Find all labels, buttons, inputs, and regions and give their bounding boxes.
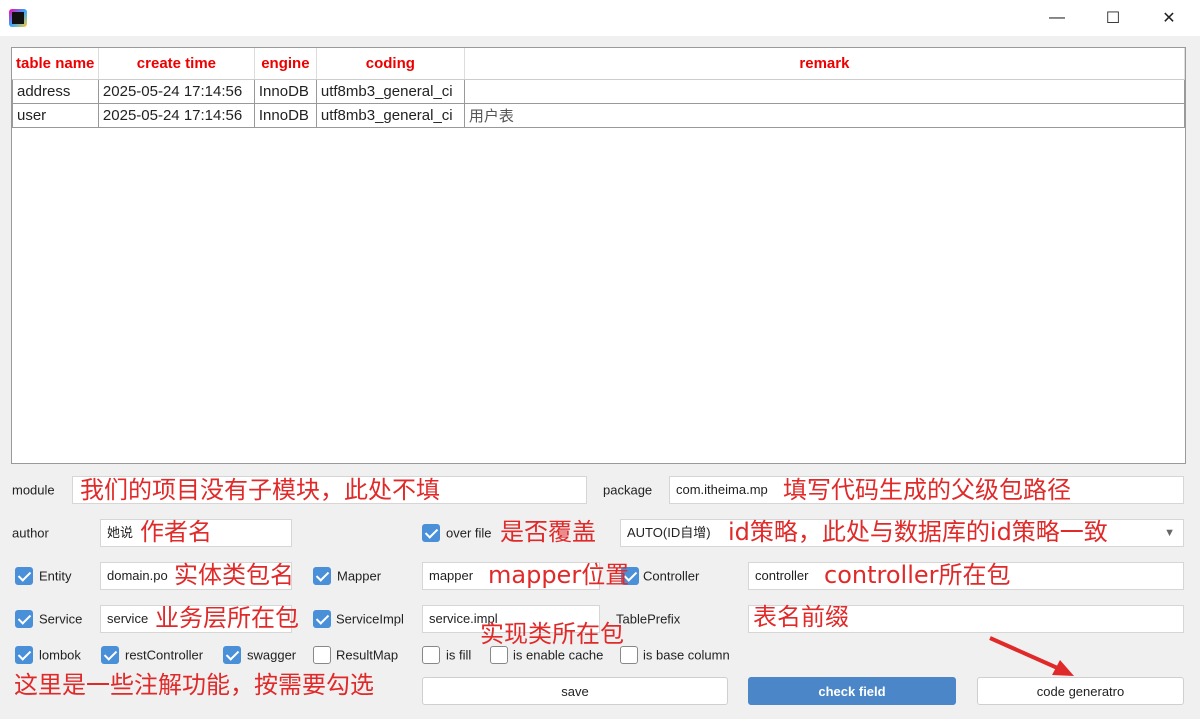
minimize-button[interactable]: — bbox=[1034, 0, 1080, 36]
cell-table-name: address bbox=[12, 78, 99, 104]
is-enable-cache-checkbox[interactable] bbox=[490, 646, 508, 664]
arrow-annotation-icon bbox=[989, 636, 1074, 676]
annotation-author: 作者名 bbox=[140, 518, 212, 546]
id-strategy-value: AUTO(ID自增) bbox=[627, 525, 711, 540]
cell-coding: utf8mb3_general_ci bbox=[315, 102, 465, 128]
save-button[interactable]: save bbox=[422, 677, 728, 705]
maximize-button[interactable]: ☐ bbox=[1090, 0, 1136, 36]
cell-remark: 用户表 bbox=[463, 102, 1186, 128]
cell-coding: utf8mb3_general_ci bbox=[315, 78, 465, 104]
over-file-checkbox[interactable] bbox=[422, 524, 440, 542]
lombok-checkbox[interactable] bbox=[15, 646, 33, 664]
serviceimpl-checkbox[interactable] bbox=[313, 610, 331, 628]
column-header-create-time[interactable]: create time bbox=[98, 48, 255, 80]
close-button[interactable]: ✕ bbox=[1146, 0, 1192, 36]
lombok-label: lombok bbox=[39, 647, 81, 663]
tableprefix-label: TablePrefix bbox=[616, 611, 681, 627]
column-header-engine[interactable]: engine bbox=[254, 48, 317, 80]
mapper-checkbox[interactable] bbox=[313, 567, 331, 585]
column-header-table-name[interactable]: table name bbox=[12, 48, 99, 80]
check-field-button[interactable]: check field bbox=[748, 677, 956, 705]
service-label: Service bbox=[39, 611, 83, 627]
over-file-label: over file bbox=[446, 525, 492, 541]
service-checkbox[interactable] bbox=[15, 610, 33, 628]
column-header-remark[interactable]: remark bbox=[464, 48, 1186, 80]
column-header-coding[interactable]: coding bbox=[316, 48, 465, 80]
chevron-down-icon: ▼ bbox=[1164, 527, 1175, 539]
is-enable-cache-label: is enable cache bbox=[513, 647, 604, 663]
annotation-controller: controller所在包 bbox=[824, 561, 1011, 589]
table-row[interactable]: user 2025-05-24 17:14:56 InnoDB utf8mb3_… bbox=[12, 102, 1186, 128]
annotation-serviceimpl: 实现类所在包 bbox=[480, 620, 624, 648]
author-label: author bbox=[12, 525, 49, 541]
is-fill-checkbox[interactable] bbox=[422, 646, 440, 664]
restcontroller-label: restController bbox=[125, 647, 204, 663]
cell-engine: InnoDB bbox=[253, 78, 317, 104]
is-fill-label: is fill bbox=[446, 647, 472, 663]
table-row[interactable]: address 2025-05-24 17:14:56 InnoDB utf8m… bbox=[12, 78, 1186, 104]
annotation-mapper: mapper位置 bbox=[488, 561, 630, 589]
annotation-service: 业务层所在包 bbox=[155, 604, 299, 632]
entity-checkbox[interactable] bbox=[15, 567, 33, 585]
cell-remark bbox=[463, 78, 1186, 104]
serviceimpl-label: ServiceImpl bbox=[336, 611, 404, 627]
module-label: module bbox=[12, 482, 55, 498]
is-base-column-label: is base column bbox=[643, 647, 730, 663]
package-label: package bbox=[603, 482, 653, 498]
cell-engine: InnoDB bbox=[253, 102, 317, 128]
tables-grid[interactable]: table name create time engine coding rem… bbox=[11, 47, 1186, 464]
mapper-label: Mapper bbox=[337, 568, 382, 584]
annotation-entity: 实体类包名 bbox=[174, 561, 294, 589]
swagger-checkbox[interactable] bbox=[223, 646, 241, 664]
cell-table-name: user bbox=[12, 102, 99, 128]
resultmap-checkbox[interactable] bbox=[313, 646, 331, 664]
cell-create-time: 2025-05-24 17:14:56 bbox=[97, 102, 255, 128]
is-base-column-checkbox[interactable] bbox=[620, 646, 638, 664]
controller-label: Controller bbox=[643, 568, 700, 584]
swagger-label: swagger bbox=[247, 647, 297, 663]
annotation-tableprefix: 表名前缀 bbox=[753, 603, 849, 631]
annotation-over-file: 是否覆盖 bbox=[500, 518, 596, 546]
app-icon bbox=[9, 9, 27, 27]
resultmap-label: ResultMap bbox=[336, 647, 399, 663]
annotation-module: 我们的项目没有子模块，此处不填 bbox=[80, 476, 440, 504]
annotation-options: 这里是一些注解功能，按需要勾选 bbox=[14, 671, 374, 699]
entity-label: Entity bbox=[39, 568, 72, 584]
restcontroller-checkbox[interactable] bbox=[101, 646, 119, 664]
annotation-package: 填写代码生成的父级包路径 bbox=[783, 476, 1071, 504]
title-bar bbox=[0, 0, 1200, 36]
cell-create-time: 2025-05-24 17:14:56 bbox=[97, 78, 255, 104]
annotation-id-strategy: id策略，此处与数据库的id策略一致 bbox=[728, 518, 1108, 546]
